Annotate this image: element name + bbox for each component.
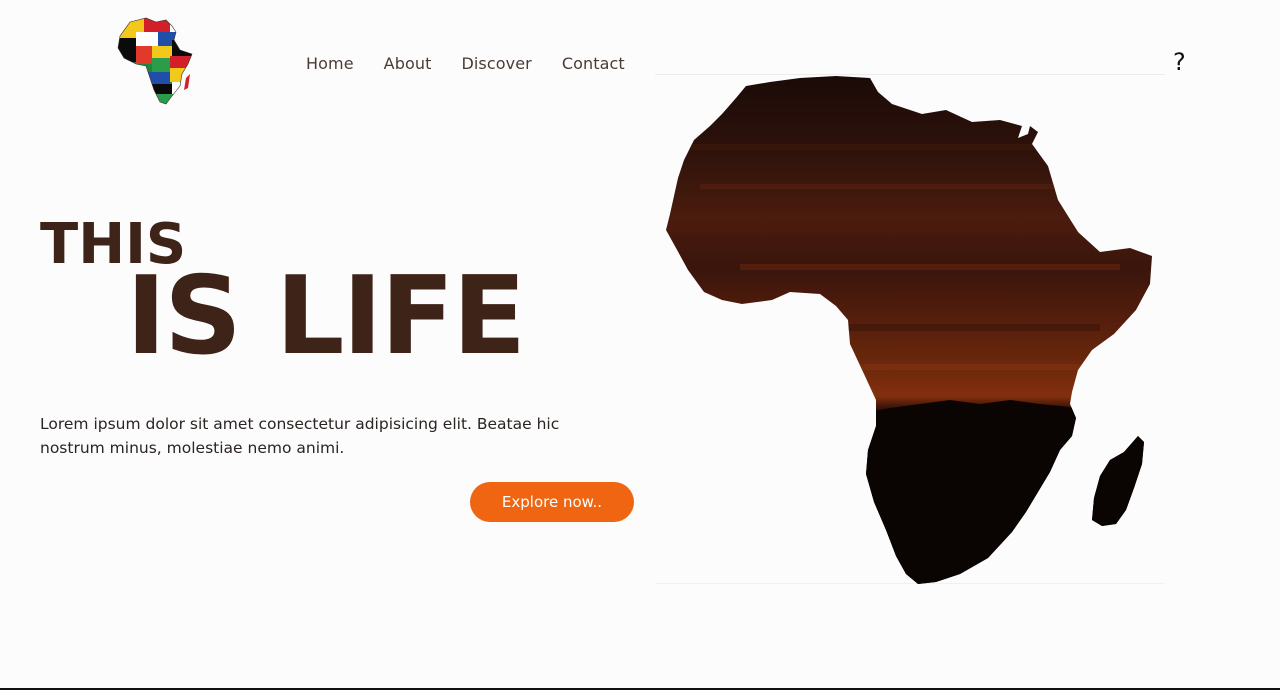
nav-discover-link[interactable]: Discover: [461, 54, 531, 73]
main-nav: Home About Discover Contact: [306, 54, 625, 73]
nav-about-link[interactable]: About: [384, 54, 432, 73]
landing-page: Home About Discover Contact ? THIS IS LI…: [0, 0, 1280, 690]
explore-now-button[interactable]: Explore now..: [470, 482, 634, 522]
help-icon[interactable]: ?: [1173, 48, 1186, 76]
hero-title-line2: IS LIFE: [126, 254, 526, 379]
africa-flags-logo-icon[interactable]: [116, 16, 196, 106]
nav-home-link[interactable]: Home: [306, 54, 354, 73]
nav-contact-link[interactable]: Contact: [562, 54, 625, 73]
africa-silhouette-sunset-image: [666, 76, 1152, 584]
hero-description: Lorem ipsum dolor sit amet consectetur a…: [40, 415, 560, 457]
